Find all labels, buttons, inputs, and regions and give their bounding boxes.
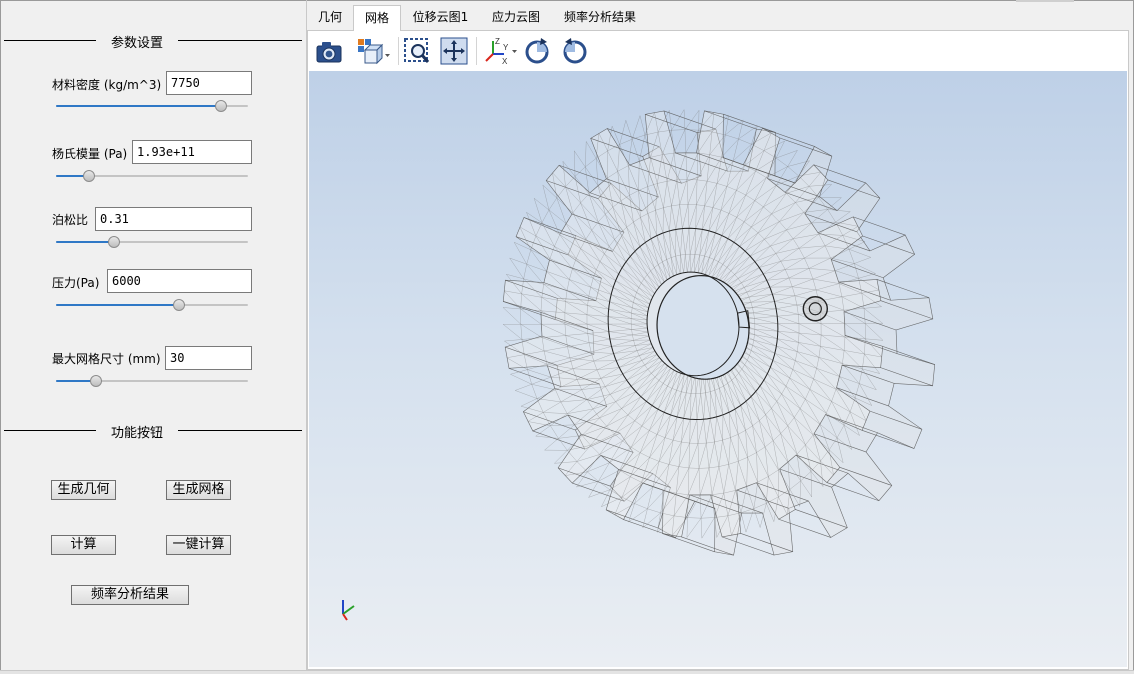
camera-icon[interactable] [312,36,346,66]
tab-displacement[interactable]: 位移云图1 [401,5,480,31]
youngs-modulus-input[interactable] [132,140,252,164]
divider-line [178,40,302,41]
density-slider[interactable] [56,99,248,113]
poisson-ratio-label: 泊松比 [52,213,89,227]
axes-orient-icon[interactable]: Z Y X [481,36,519,66]
left-panel: 参数设置 材料密度 (kg/m^3) 杨氏模量 (Pa) 泊松比 压力(Pa) … [0,0,306,670]
slider-handle[interactable] [82,170,95,182]
slider-handle[interactable] [107,236,120,248]
3d-viewport[interactable] [309,71,1127,667]
svg-text:X: X [502,57,508,66]
density-input[interactable] [166,71,252,95]
pressure-slider[interactable] [56,298,248,312]
compute-button[interactable]: 计算 [51,535,116,555]
one-click-compute-button[interactable]: 一键计算 [166,535,231,555]
toolbar-separator [476,37,477,65]
tab-stress[interactable]: 应力云图 [480,5,552,31]
tab-geometry[interactable]: 几何 [307,5,353,31]
status-strip [0,670,1134,674]
window-edge-decoration [1016,0,1074,2]
poisson-ratio-slider[interactable] [56,235,248,249]
youngs-modulus-label: 杨氏模量 (Pa) [52,147,128,161]
pan-icon[interactable] [438,36,470,66]
slider-fill [56,105,222,107]
buttons-section-label: 功能按钮 [110,426,163,441]
slider-fill [56,304,179,306]
axis-triad-icon [342,600,355,621]
pressure-label: 压力(Pa) [52,276,100,290]
slider-handle[interactable] [215,100,228,112]
mesh-size-label: 最大网格尺寸 (mm) [52,352,161,366]
viewer-toolbar: Z Y X [309,31,1127,71]
frequency-result-button[interactable]: 频率分析结果 [71,585,189,605]
gear-mesh-model [502,109,936,556]
slider-handle[interactable] [90,375,103,387]
tab-frequency[interactable]: 频率分析结果 [552,5,648,31]
slider-handle[interactable] [172,299,185,311]
generate-mesh-button[interactable]: 生成网格 [166,480,231,500]
rotate-ccw-icon[interactable] [559,36,591,66]
rotate-cw-icon[interactable] [521,36,553,66]
generate-geometry-button[interactable]: 生成几何 [51,480,116,500]
zoom-box-icon[interactable] [401,36,433,66]
poisson-ratio-input[interactable] [95,207,252,231]
params-section-label: 参数设置 [110,36,163,51]
slider-fill [56,241,114,243]
buttons-section-title: 功能按钮 [4,420,302,441]
tab-bar: 几何 网格 位移云图1 应力云图 频率分析结果 [307,5,1133,31]
density-label: 材料密度 (kg/m^3) [52,78,162,92]
divider-line [178,430,302,431]
tab-mesh[interactable]: 网格 [353,5,401,31]
pressure-input[interactable] [107,269,252,293]
params-section-title: 参数设置 [4,30,302,51]
youngs-modulus-slider[interactable] [56,169,248,183]
mesh-size-input[interactable] [165,346,252,370]
view-cube-icon[interactable] [353,36,393,66]
divider-line [4,40,96,41]
svg-text:Z: Z [495,37,500,46]
divider-line [4,430,96,431]
mesh-size-slider[interactable] [56,374,248,388]
toolbar-separator [398,37,399,65]
svg-text:Y: Y [503,43,509,52]
